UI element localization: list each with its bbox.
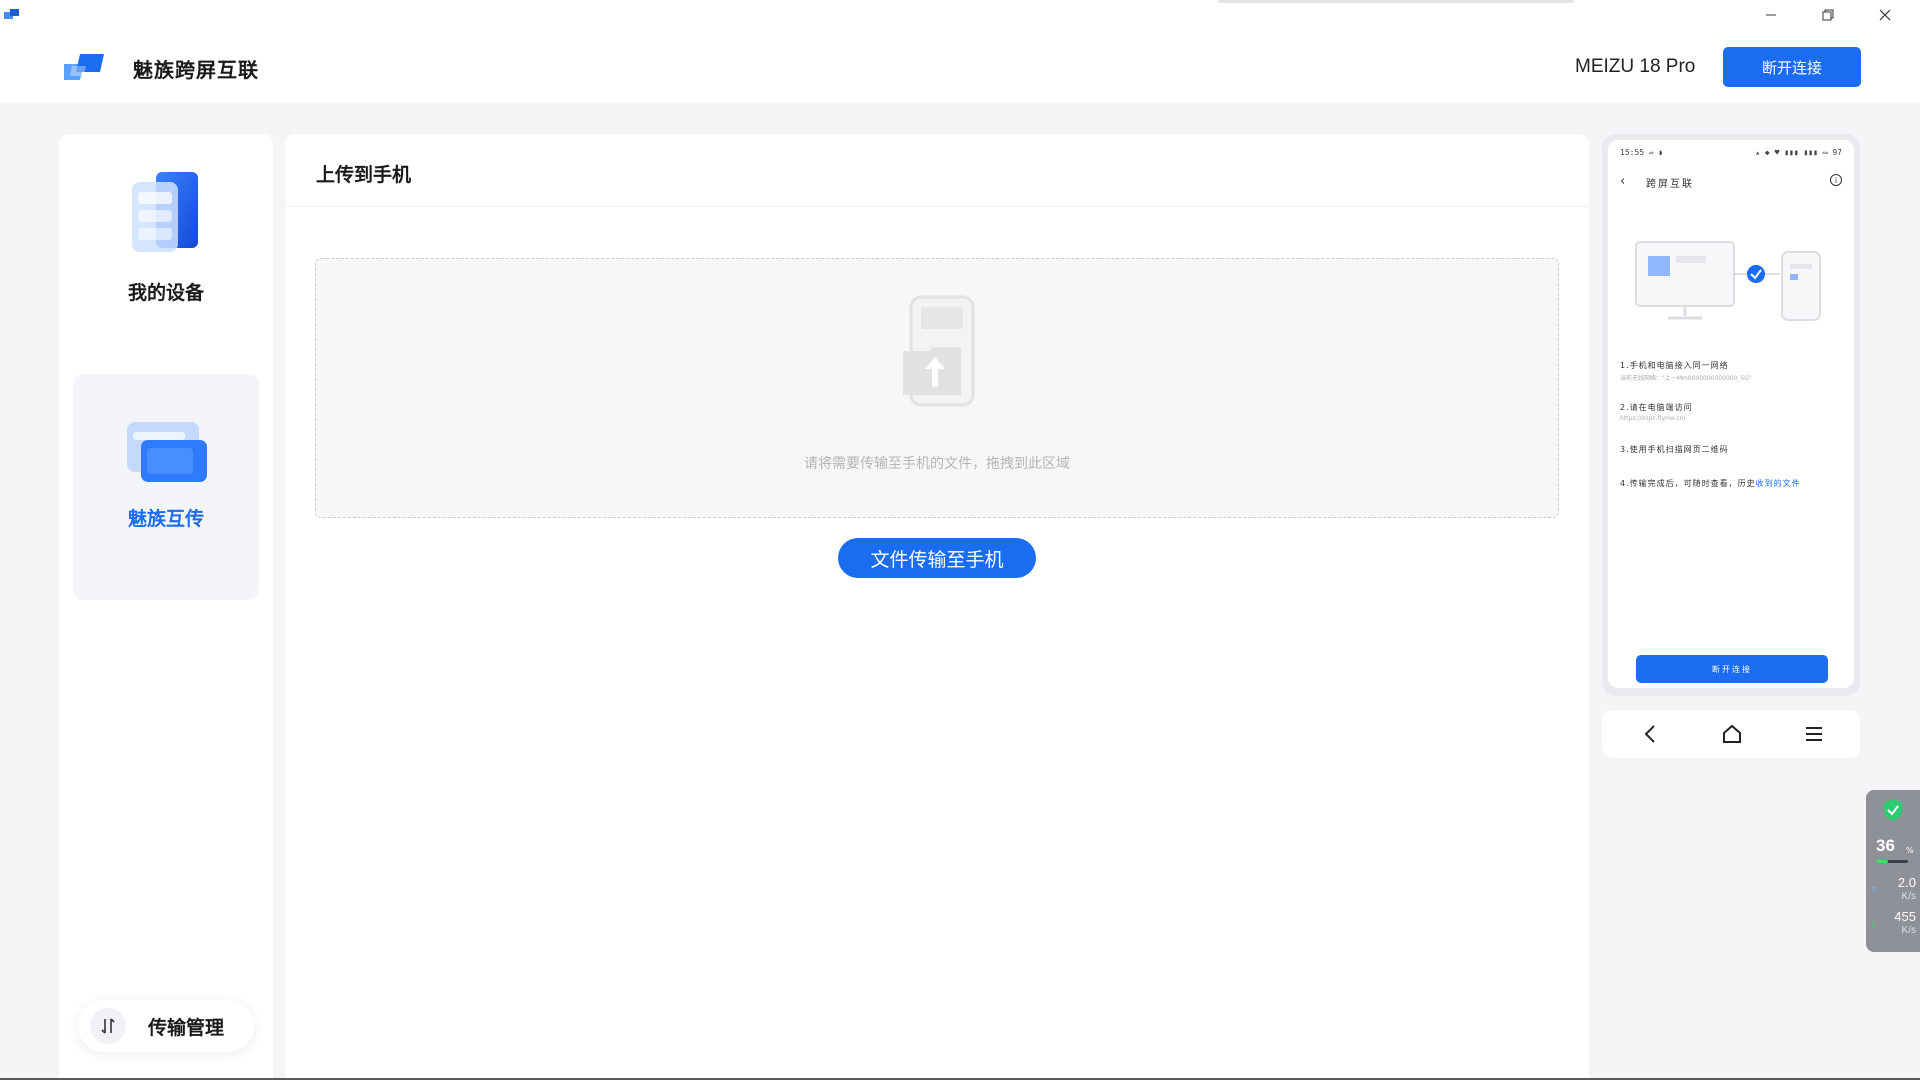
download-speed-value: 455	[1894, 909, 1916, 924]
app-small-icon	[4, 9, 19, 19]
connected-device-name: MEIZU 18 Pro	[1575, 56, 1696, 77]
phone-nav-menu-button[interactable]	[1796, 718, 1832, 750]
phone-step: 1.手机和电脑接入同一网络 当前无线网络："上一Mm0000000000000_…	[1620, 360, 1842, 382]
disconnect-button[interactable]: 断开连接	[1723, 47, 1861, 87]
upload-to-phone-icon	[903, 295, 975, 407]
phone-app-header: ‹ 跨屏互联 i	[1620, 174, 1842, 190]
transfer-manager-label: 传输管理	[148, 1016, 225, 1039]
title-bar: 魅族跨屏互联 MEIZU 18 Pro 断开连接	[0, 0, 1920, 103]
phone-status-bar: 15:55 ▱ ◗ ▴ ◆ ♥ ▮▮▮ ▮▮▮ ▭ 97	[1620, 148, 1842, 157]
sidebar: 我的设备 魅族互传	[59, 134, 273, 1080]
phone-step-text: 4.传输完成后，可随时查看，历史	[1620, 479, 1756, 488]
memory-usage-bar-fill	[1876, 860, 1888, 863]
chevron-left-icon	[1644, 725, 1655, 743]
shield-check-icon	[1884, 799, 1902, 821]
file-drop-zone[interactable]: 请将需要传输至手机的文件，拖拽到此区域	[315, 258, 1559, 518]
main-panel: 上传到手机 请将需要传输至手机的文件，拖拽到此区域 文件传输至手机	[285, 134, 1589, 1080]
memory-usage-bar	[1876, 860, 1908, 863]
phone-back-arrow-icon[interactable]: ‹	[1620, 174, 1625, 189]
phone-navigation-bar	[1602, 710, 1860, 758]
download-speed-unit: K/s	[1901, 925, 1916, 936]
phone-step-text: 3.使用手机扫描网页二维码	[1620, 445, 1729, 454]
phone-step: 2.请在电脑端访问 https://inlpc.flyme.cn/	[1620, 402, 1842, 422]
sidebar-item-meizu-transfer[interactable]: 魅族互传	[73, 374, 259, 600]
upload-speed: 2.0 K/s	[1872, 876, 1916, 904]
phone-step: 4.传输完成后，可随时查看，历史收到的文件	[1620, 478, 1842, 489]
restore-icon	[1822, 9, 1834, 21]
phone-status-right: ▴ ◆ ♥ ▮▮▮ ▮▮▮ ▭ 97	[1755, 148, 1842, 157]
phone-disconnect-button[interactable]: 断开连接	[1636, 655, 1828, 683]
menu-icon	[1806, 727, 1822, 741]
phone-step: 3.使用手机扫描网页二维码	[1620, 444, 1842, 455]
window-edge-shadow	[1218, 0, 1574, 3]
upload-speed-value: 2.0	[1897, 875, 1916, 890]
phone-nav-back-button[interactable]	[1632, 718, 1668, 750]
folder-transfer-icon	[127, 422, 207, 482]
home-icon	[1723, 724, 1741, 743]
minimize-button[interactable]	[1743, 0, 1799, 30]
drop-zone-hint: 请将需要传输至手机的文件，拖拽到此区域	[804, 456, 1070, 472]
network-monitor-widget[interactable]: 36 % ↑ 2.0 K/s ↓ 455 K/s	[1866, 790, 1920, 952]
page-title: 上传到手机	[316, 164, 412, 186]
phone-header-title: 跨屏互联	[1646, 179, 1694, 190]
sidebar-item-my-devices[interactable]: 我的设备	[73, 144, 259, 332]
up-down-arrows-icon	[101, 1018, 115, 1034]
sidebar-item-label: 魅族互传	[127, 508, 204, 530]
app-logo-icon	[64, 54, 104, 80]
phone-step-subtext: https://inlpc.flyme.cn/	[1620, 415, 1686, 422]
sidebar-item-label: 我的设备	[127, 282, 204, 304]
phone-mirror-frame: 15:55 ▱ ◗ ▴ ◆ ♥ ▮▮▮ ▮▮▮ ▭ 97 ‹ 跨屏互联 i 1.…	[1602, 134, 1860, 696]
header-divider	[285, 206, 1589, 207]
memory-percent-unit: %	[1906, 846, 1914, 855]
close-icon	[1879, 9, 1891, 21]
app-title: 魅族跨屏互联	[133, 58, 259, 82]
devices-icon	[132, 172, 198, 252]
phone-screen[interactable]: 15:55 ▱ ◗ ▴ ◆ ♥ ▮▮▮ ▮▮▮ ▭ 97 ‹ 跨屏互联 i 1.…	[1608, 140, 1854, 688]
upload-speed-unit: K/s	[1901, 891, 1916, 902]
download-speed: 455 K/s	[1872, 910, 1916, 938]
phone-status-left: 15:55 ▱ ◗	[1620, 148, 1664, 157]
received-files-link[interactable]: 收到的文件	[1756, 479, 1801, 488]
minimize-icon	[1766, 14, 1776, 16]
phone-step-subtext: 当前无线网络："上一Mm0000000000000_5G"	[1620, 375, 1752, 382]
close-button[interactable]	[1857, 0, 1913, 30]
pc-phone-connection-illustration	[1635, 241, 1821, 321]
phone-step-text: 1.手机和电脑接入同一网络	[1620, 361, 1729, 370]
send-files-to-phone-button[interactable]: 文件传输至手机	[838, 538, 1036, 578]
restore-button[interactable]	[1800, 0, 1856, 30]
phone-nav-home-button[interactable]	[1714, 718, 1750, 750]
transfer-arrows-icon	[90, 1008, 126, 1044]
phone-info-icon[interactable]: i	[1830, 174, 1842, 186]
phone-step-text: 2.请在电脑端访问	[1620, 403, 1693, 412]
memory-percent: 36	[1876, 836, 1895, 855]
transfer-manager-button[interactable]: 传输管理	[78, 1000, 254, 1052]
